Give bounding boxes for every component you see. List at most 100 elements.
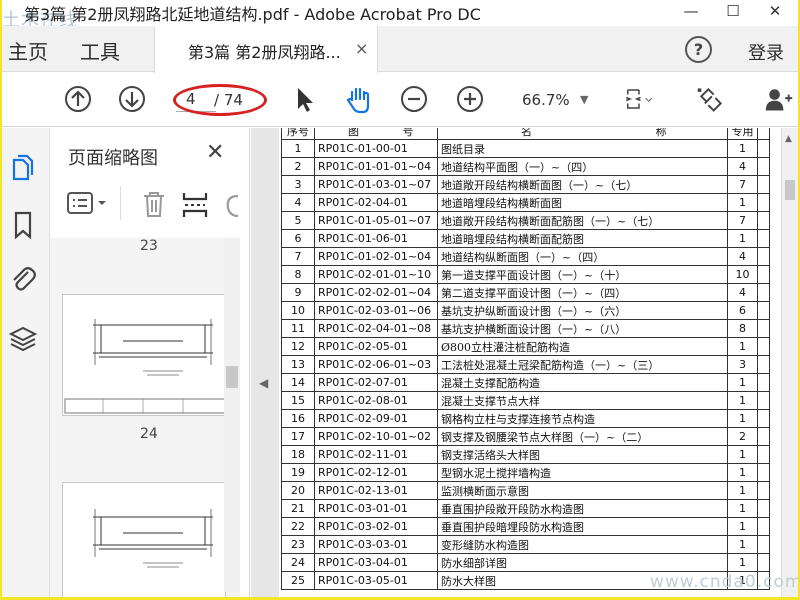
- drawing-name: 地道暗埋段结构横断面图: [437, 193, 728, 212]
- table-row: 24 RP01C-03-04-01 防水细部详图 1: [281, 553, 770, 572]
- thumbnail-scroll-thumb[interactable]: [226, 366, 238, 388]
- table-row: 13 RP01C-02-06-01~03 工法桩处混凝土冠梁配筋构造（一）~（三） 3: [281, 355, 770, 374]
- row-number: 24: [281, 553, 315, 572]
- column-header: 名 称: [437, 128, 728, 140]
- thumbnail-page-24[interactable]: [62, 482, 226, 597]
- extra-cell: [757, 373, 770, 392]
- drawing-name: 地道敞开段结构横断面图（一）~（七）: [437, 175, 728, 194]
- row-number: 12: [281, 337, 315, 356]
- minimize-icon[interactable]: —: [678, 2, 704, 22]
- sheet-count: 1: [727, 337, 758, 356]
- share-link-icon[interactable]: [696, 84, 726, 114]
- drawing-name: 基坑支护纵断面设计图（一）~（六）: [437, 301, 728, 320]
- drawing-code: RP01C-03-04-01: [314, 553, 438, 572]
- extra-cell: [757, 553, 770, 572]
- panel-splitter[interactable]: ◀: [251, 128, 279, 597]
- row-number: 15: [281, 391, 315, 410]
- layers-icon[interactable]: [8, 324, 38, 354]
- table-row: 5 RP01C-01-05-01~07 地道敞开段结构横断面配筋图（一）~（七） 7: [281, 211, 770, 230]
- extra-cell: [757, 445, 770, 464]
- extra-cell: [757, 481, 770, 500]
- drawing-name: 地道结构纵断面图（一）~（四）: [437, 247, 728, 266]
- drawing-name: 基坑支护横断面设计图（一）~（八）: [437, 319, 728, 338]
- drawing-code: RP01C-02-03-01~06: [314, 301, 438, 320]
- extra-cell: [757, 535, 770, 554]
- row-number: 3: [281, 175, 315, 194]
- bookmarks-icon[interactable]: [8, 210, 38, 240]
- drawing-code: RP01C-02-10-01~02: [314, 427, 438, 446]
- zoom-out-icon[interactable]: [399, 84, 429, 114]
- sheet-count: 1: [727, 193, 758, 212]
- column-header: [757, 128, 770, 140]
- thumbnail-page-23[interactable]: [62, 294, 226, 416]
- row-number: 25: [281, 571, 315, 590]
- table-row: 14 RP01C-02-07-01 混凝土支撑配筋构造 1: [281, 373, 770, 392]
- rotate-page-icon[interactable]: [222, 190, 240, 220]
- close-window-icon[interactable]: ✕: [762, 2, 788, 22]
- thumbnail-scrollbar[interactable]: [224, 238, 240, 592]
- close-tab-icon[interactable]: ×: [355, 39, 368, 58]
- tab-document[interactable]: 第3篇 第2册凤翔路... ×: [154, 26, 378, 73]
- sheet-count: 1: [727, 391, 758, 410]
- table-row: 1 RP01C-01-00-01 图纸目录 1: [281, 139, 770, 158]
- extra-cell: [757, 175, 770, 194]
- drawing-code: RP01C-02-02-01~04: [314, 283, 438, 302]
- select-cursor-icon[interactable]: [289, 84, 319, 114]
- extra-cell: [757, 319, 770, 338]
- help-icon[interactable]: ?: [685, 36, 712, 63]
- extra-cell: [757, 517, 770, 536]
- table-row: 12 RP01C-02-05-01 Ø800立柱灌注桩配筋构造 1: [281, 337, 770, 356]
- drawing-code: RP01C-03-05-01: [314, 571, 438, 590]
- zoom-dropdown-icon[interactable]: ▼: [580, 93, 588, 106]
- extra-cell: [757, 247, 770, 266]
- hand-tool-icon[interactable]: [344, 84, 374, 114]
- sheet-count: 1: [727, 517, 758, 536]
- attachments-icon[interactable]: [8, 264, 38, 294]
- add-user-icon[interactable]: [764, 84, 794, 114]
- drawing-code: RP01C-03-02-01: [314, 517, 438, 536]
- extra-cell: [757, 427, 770, 446]
- table-row: 2 RP01C-01-01-01~04 地道结构平面图（一）~（四） 4: [281, 157, 770, 176]
- table-row: 17 RP01C-02-10-01~02 钢支撑及钢腰梁节点大样图（一）~（二） 2: [281, 427, 770, 446]
- scroll-up-icon[interactable]: ▲: [785, 134, 792, 144]
- drawing-name: 钢支撑及钢腰梁节点大样图（一）~（二）: [437, 427, 728, 446]
- close-panel-icon[interactable]: ✕: [206, 140, 224, 165]
- drawing-name: 钢格构立柱与支撑连接节点构造: [437, 409, 728, 428]
- row-number: 19: [281, 463, 315, 482]
- thumbnail-options-icon[interactable]: [66, 190, 114, 216]
- zoom-level-select[interactable]: 66.7%: [522, 91, 570, 109]
- drawing-name: 垂直围护段暗埋段防水构造图: [437, 517, 728, 536]
- page-thumbnails-icon[interactable]: [8, 152, 38, 182]
- sheet-count: 4: [727, 247, 758, 266]
- sign-in-link[interactable]: 登录: [748, 39, 784, 65]
- document-scrollbar[interactable]: ▲: [781, 128, 798, 597]
- extract-pages-icon[interactable]: [181, 190, 209, 220]
- collapse-panel-icon[interactable]: ◀: [259, 376, 268, 390]
- previous-page-icon[interactable]: [63, 84, 93, 114]
- document-tab-label: 第3篇 第2册凤翔路...: [188, 43, 341, 62]
- toolbar-divider: [120, 186, 121, 220]
- zoom-in-icon[interactable]: [455, 84, 485, 114]
- tab-tools[interactable]: 工具: [80, 36, 120, 65]
- thumbnail-drawing: [93, 509, 213, 568]
- page-display-icon[interactable]: [624, 84, 654, 114]
- tab-home[interactable]: 主页: [8, 36, 48, 65]
- sheet-count: 1: [727, 373, 758, 392]
- drawing-code: RP01C-02-07-01: [314, 373, 438, 392]
- sheet-count: 4: [727, 283, 758, 302]
- row-number: 5: [281, 211, 315, 230]
- delete-page-icon[interactable]: [141, 190, 167, 218]
- sheet-count: 1: [727, 229, 758, 248]
- row-number: 21: [281, 499, 315, 518]
- document-scroll-thumb[interactable]: [785, 180, 795, 200]
- table-row: 4 RP01C-02-04-01 地道暗埋段结构横断面图 1: [281, 193, 770, 212]
- extra-cell: [757, 301, 770, 320]
- table-row: 22 RP01C-03-02-01 垂直围护段暗埋段防水构造图 1: [281, 517, 770, 536]
- watermark-site: www.cnda0.com: [650, 572, 798, 592]
- next-page-icon[interactable]: [117, 84, 147, 114]
- maximize-icon[interactable]: ☐: [720, 2, 746, 22]
- drawing-name: 钢支撑活络头大样图: [437, 445, 728, 464]
- drawing-name: 第二道支撑平面设计图（一）~（四）: [437, 283, 728, 302]
- sheet-count: 1: [727, 409, 758, 428]
- thumbnail-drawing: [64, 319, 226, 414]
